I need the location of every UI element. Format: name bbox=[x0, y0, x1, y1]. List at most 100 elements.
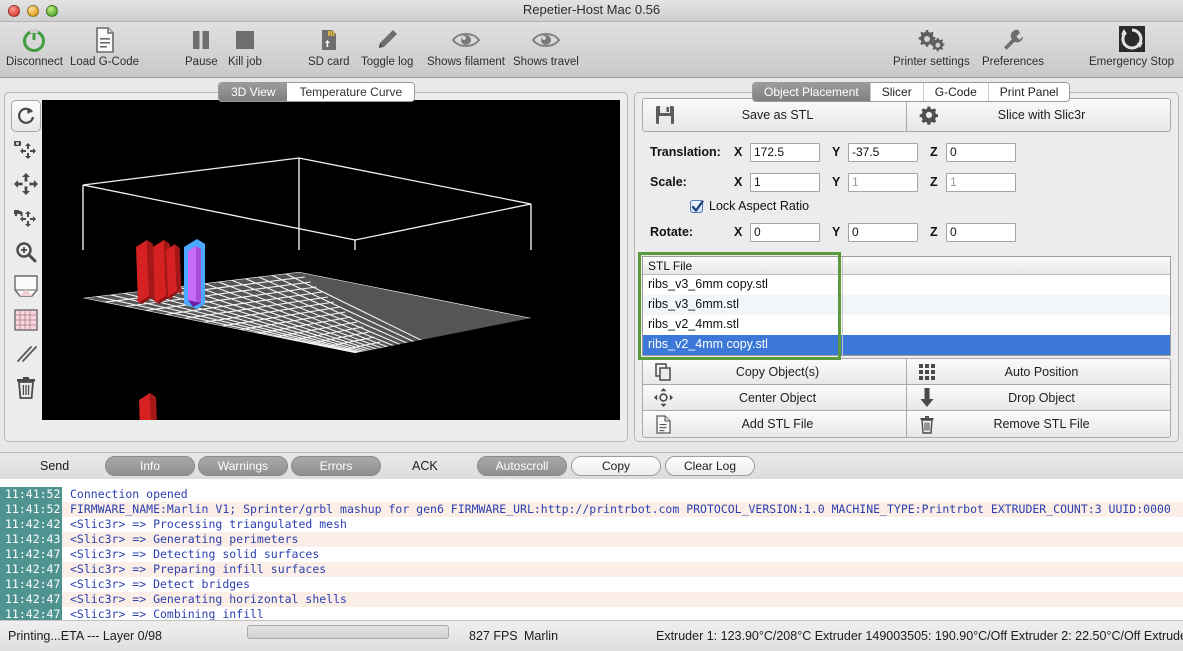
center-object-button[interactable]: Center Object bbox=[643, 385, 906, 410]
add-stl-file-button[interactable]: Add STL File bbox=[643, 411, 906, 437]
remove-stl-file-button[interactable]: Remove STL File bbox=[906, 411, 1170, 437]
errors-filter-button[interactable]: Errors bbox=[291, 456, 381, 476]
save-as-stl-label: Save as STL bbox=[741, 108, 814, 122]
trash-icon bbox=[907, 415, 947, 434]
view-tabs[interactable]: 3D View Temperature Curve bbox=[218, 82, 416, 102]
axis-x-label: X bbox=[734, 145, 743, 159]
log-message: Connection opened bbox=[70, 487, 188, 501]
tab-print-panel[interactable]: Print Panel bbox=[987, 83, 1070, 101]
view-toolbar[interactable] bbox=[10, 100, 42, 404]
list-item[interactable]: ribs_v2_4mm copy.stl bbox=[643, 335, 842, 355]
log-output[interactable]: 11:41:52 Connection opened 11:41:52 FIRM… bbox=[0, 479, 1183, 620]
translation-row: Translation: X Y Z bbox=[650, 142, 1016, 162]
log-message: <Slic3r> => Detecting solid surfaces bbox=[70, 547, 320, 561]
translation-x-input[interactable] bbox=[750, 142, 820, 162]
copy-objects-button[interactable]: Copy Object(s) bbox=[643, 359, 906, 384]
placement-tabs[interactable]: Object Placement Slicer G-Code Print Pan… bbox=[752, 82, 1071, 102]
drop-object-button[interactable]: Drop Object bbox=[906, 385, 1170, 410]
floppy-disk-icon bbox=[643, 105, 687, 125]
toolbar-button-load-gcode[interactable]: Load G-Code bbox=[70, 25, 139, 68]
tab-gcode[interactable]: G-Code bbox=[922, 83, 988, 101]
print-progress-bar bbox=[247, 625, 449, 639]
toolbar-button-shows-travel[interactable]: Shows travel bbox=[513, 25, 579, 68]
scale-x-input[interactable] bbox=[750, 172, 820, 192]
log-line: 11:42:47 <Slic3r> => Detect bridges bbox=[0, 577, 1183, 592]
toolbar-button-shows-filament[interactable]: Shows filament bbox=[427, 25, 505, 68]
log-line: 11:42:47 <Slic3r> => Generating horizont… bbox=[0, 592, 1183, 607]
log-timestamp: 11:42:42 bbox=[0, 517, 62, 532]
refresh-view-icon[interactable] bbox=[11, 100, 41, 132]
move-camera-icon[interactable] bbox=[11, 134, 41, 166]
placement-action-row: Save as STL Slice with Slic3r bbox=[642, 98, 1171, 132]
firmware-indicator: Marlin bbox=[524, 629, 559, 643]
3d-viewport[interactable] bbox=[42, 100, 620, 420]
list-item[interactable]: ribs_v2_4mm.stl bbox=[643, 315, 842, 335]
print-status-text: Printing...ETA --- Layer 0/98 bbox=[8, 629, 162, 643]
toolbar-button-toggle-log[interactable]: Toggle log bbox=[361, 25, 413, 68]
list-item[interactable]: ribs_v3_6mm copy.stl bbox=[643, 275, 842, 295]
move-print-icon[interactable] bbox=[11, 202, 41, 234]
lock-aspect-ratio-checkbox[interactable] bbox=[690, 199, 704, 213]
info-filter-button[interactable]: Info bbox=[105, 456, 195, 476]
warnings-filter-button[interactable]: Warnings bbox=[198, 456, 288, 476]
perspective-view-icon[interactable] bbox=[11, 270, 41, 302]
tab-temperature-curve[interactable]: Temperature Curve bbox=[287, 83, 415, 101]
object-action-buttons: Copy Object(s) Auto Position Center Obje… bbox=[642, 358, 1171, 438]
move-object-icon[interactable] bbox=[11, 168, 41, 200]
translation-label: Translation: bbox=[650, 145, 721, 159]
scale-label: Scale: bbox=[650, 175, 687, 189]
stl-file-list[interactable]: STL File ribs_v3_6mm copy.stl ribs_v3_6m… bbox=[642, 256, 1171, 356]
toolbar-label: Load G-Code bbox=[70, 56, 140, 68]
toolbar-button-preferences[interactable]: Preferences bbox=[982, 25, 1044, 68]
lock-aspect-ratio-row[interactable]: Lock Aspect Ratio bbox=[690, 199, 809, 213]
log-message: <Slic3r> => Processing triangulated mesh bbox=[70, 517, 347, 531]
drop-object-label: Drop Object bbox=[1008, 390, 1075, 405]
toolbar-button-pause[interactable]: Pause bbox=[185, 25, 218, 68]
translation-y-input[interactable] bbox=[848, 142, 918, 162]
toolbar-button-emergency-stop[interactable]: Emergency Stop bbox=[1089, 25, 1174, 68]
delete-object-icon[interactable] bbox=[11, 372, 41, 404]
clear-log-button[interactable]: Clear Log bbox=[665, 456, 755, 476]
rotate-x-input[interactable] bbox=[750, 222, 820, 242]
scale-z-input[interactable] bbox=[946, 172, 1016, 192]
tab-object-placement[interactable]: Object Placement bbox=[753, 83, 870, 101]
add-stl-file-label: Add STL File bbox=[741, 417, 814, 431]
ack-label: ACK bbox=[412, 459, 438, 473]
copy-objects-label: Copy Object(s) bbox=[735, 364, 820, 379]
toolbar-button-printer-settings[interactable]: Printer settings bbox=[893, 25, 970, 68]
copy-log-button[interactable]: Copy bbox=[571, 456, 661, 476]
parallel-view-icon[interactable] bbox=[11, 338, 41, 370]
slice-with-slic3r-label: Slice with Slic3r bbox=[997, 108, 1086, 122]
tab-slicer[interactable]: Slicer bbox=[869, 83, 923, 101]
tab-3d-view[interactable]: 3D View bbox=[219, 83, 288, 101]
log-line: 11:42:42 <Slic3r> => Processing triangul… bbox=[0, 517, 1183, 532]
toolbar-button-sd-card[interactable]: SD card bbox=[308, 25, 350, 68]
3d-scene bbox=[42, 100, 620, 420]
zoom-icon[interactable] bbox=[11, 236, 41, 268]
toolbar-label: Emergency Stop bbox=[1089, 56, 1175, 68]
log-timestamp: 11:41:52 bbox=[0, 487, 62, 502]
list-item[interactable]: ribs_v3_6mm.stl bbox=[643, 295, 842, 315]
translation-z-input[interactable] bbox=[946, 142, 1016, 162]
toolbar-label: Printer settings bbox=[893, 56, 970, 68]
log-toolbar: Send Info Warnings Errors ACK Autoscroll… bbox=[0, 452, 1183, 479]
toolbar-button-kill-job[interactable]: Kill job bbox=[228, 25, 262, 68]
top-view-icon[interactable] bbox=[11, 304, 41, 336]
file-icon bbox=[643, 414, 683, 434]
rotate-z-input[interactable] bbox=[946, 222, 1016, 242]
toolbar-button-disconnect[interactable]: Disconnect bbox=[6, 25, 63, 68]
log-line: 11:42:47 <Slic3r> => Preparing infill su… bbox=[0, 562, 1183, 577]
eye-icon bbox=[451, 25, 481, 55]
stl-file-column: STL File ribs_v3_6mm copy.stl ribs_v3_6m… bbox=[643, 257, 843, 355]
pencil-icon bbox=[374, 25, 400, 55]
autoscroll-toggle-button[interactable]: Autoscroll bbox=[477, 456, 567, 476]
log-timestamp: 11:42:47 bbox=[0, 562, 62, 577]
slice-with-slic3r-button[interactable]: Slice with Slic3r bbox=[906, 99, 1170, 131]
stl-file-column-header: STL File bbox=[643, 257, 842, 275]
save-as-stl-button[interactable]: Save as STL bbox=[643, 99, 906, 131]
auto-position-button[interactable]: Auto Position bbox=[906, 359, 1170, 384]
rotate-label: Rotate: bbox=[650, 225, 694, 239]
scale-y-input[interactable] bbox=[848, 172, 918, 192]
rotate-y-input[interactable] bbox=[848, 222, 918, 242]
scale-row: Scale: X Y Z bbox=[650, 172, 1016, 192]
